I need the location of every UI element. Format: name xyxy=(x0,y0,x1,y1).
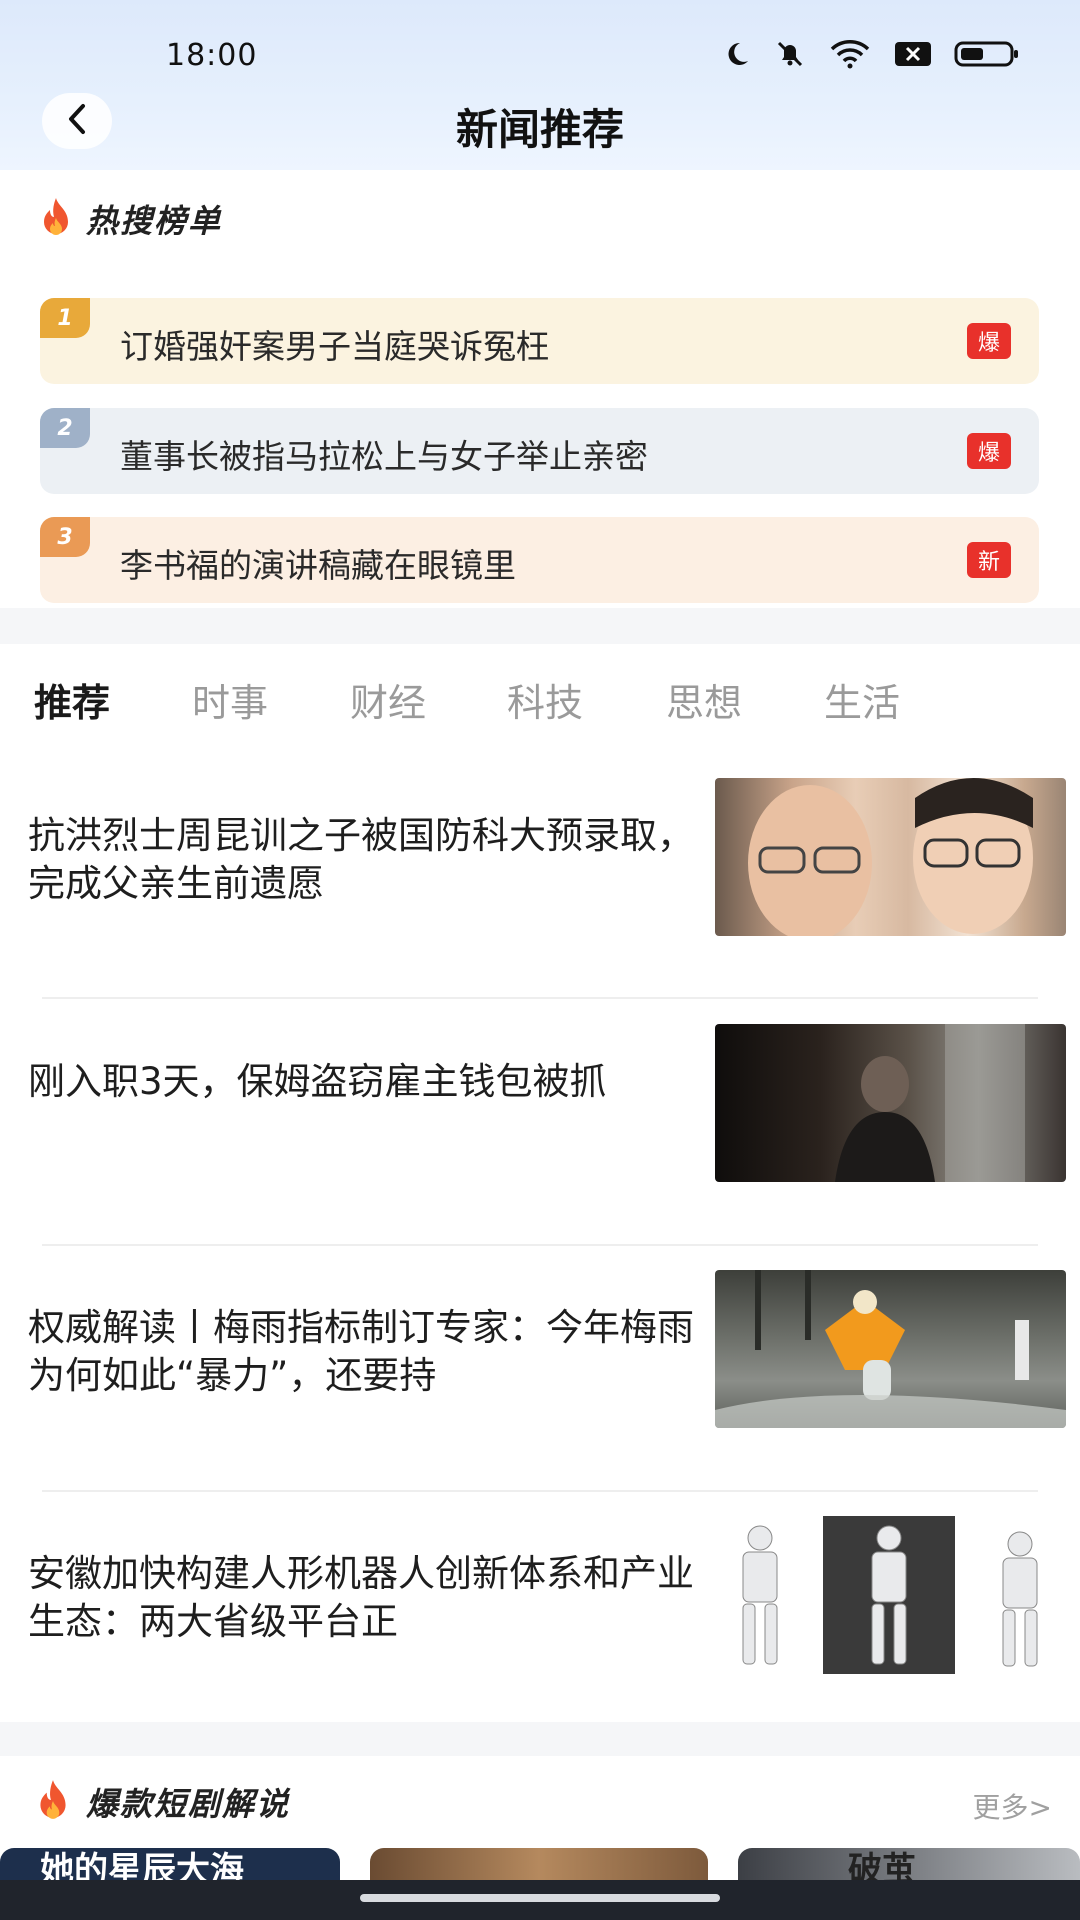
news-thumbnail xyxy=(715,1270,1066,1428)
tab-tech[interactable]: 科技 xyxy=(507,672,583,727)
news-title: 安徽加快构建人形机器人创新体系和产业生态：两大省级平台正 xyxy=(28,1552,694,1643)
battery-icon xyxy=(954,40,1020,68)
system-nav-bar xyxy=(0,1880,1080,1920)
sim-x-icon xyxy=(894,40,932,68)
mute-bell-icon xyxy=(774,38,806,70)
hot-list-header: 热搜榜单 xyxy=(36,196,222,242)
news-title: 抗洪烈士周昆训之子被国防科大预录取，完成父亲生前遗愿 xyxy=(28,814,694,905)
tab-finance[interactable]: 财经 xyxy=(350,672,426,727)
news-thumbnail xyxy=(715,778,1066,936)
news-item-2[interactable]: 刚入职3天，保姆盗窃雇主钱包被抓 xyxy=(0,1008,1080,1255)
tab-thought[interactable]: 思想 xyxy=(666,672,742,727)
hot-tag-badge: 爆 xyxy=(967,433,1011,469)
news-title: 刚入职3天，保姆盗窃雇主钱包被抓 xyxy=(28,1060,607,1103)
hot-list-title: 热搜榜单 xyxy=(86,202,223,240)
drama-card-title: 破茧 xyxy=(848,1850,916,1884)
wifi-icon xyxy=(828,39,872,69)
news-thumbnail xyxy=(715,1516,1066,1674)
hot-item-text: 订婚强奸案男子当庭哭诉冤枉 xyxy=(120,327,549,366)
hot-item-text: 董事长被指马拉松上与女子举止亲密 xyxy=(120,437,648,476)
category-tabs: 推荐 时事 财经 科技 思想 生活 xyxy=(0,672,1080,732)
more-link[interactable]: 更多> xyxy=(973,1786,1052,1826)
hot-item-3[interactable]: 3 李书福的演讲稿藏在眼镜里 新 xyxy=(40,517,1039,603)
news-divider xyxy=(42,1244,1038,1246)
hot-item-text: 李书福的演讲稿藏在眼镜里 xyxy=(120,546,516,585)
hot-tag-badge: 爆 xyxy=(967,323,1011,359)
rank-badge: 1 xyxy=(40,298,90,338)
section-divider xyxy=(0,1722,1080,1756)
hot-list-section: 热搜榜单 1 订婚强奸案男子当庭哭诉冤枉 爆 2 董事长被指马拉松上与女子举止亲… xyxy=(0,170,1080,608)
news-title: 权威解读丨梅雨指标制订专家：今年梅雨为何如此“暴力”，还要持 xyxy=(28,1306,694,1397)
tab-recommend[interactable]: 推荐 xyxy=(34,672,110,727)
hot-item-2[interactable]: 2 董事长被指马拉松上与女子举止亲密 爆 xyxy=(40,408,1039,494)
status-icons xyxy=(722,38,1020,70)
news-divider xyxy=(42,997,1038,999)
page-title: 新闻推荐 xyxy=(455,105,624,154)
header-bar: 18:00 新闻推荐 xyxy=(0,0,1080,170)
fire-icon xyxy=(30,1778,76,1826)
drama-card-title: 她的星辰大海 xyxy=(40,1850,244,1884)
section-divider xyxy=(0,608,1080,644)
drama-card-1[interactable]: 她的星辰大海 xyxy=(0,1848,340,1884)
hot-tag-badge: 新 xyxy=(967,542,1011,578)
drama-card-2[interactable] xyxy=(370,1848,708,1884)
drama-card-3[interactable]: 破茧 xyxy=(738,1848,1080,1884)
rank-badge: 3 xyxy=(40,517,90,557)
short-drama-title: 爆款短剧解说 xyxy=(86,1785,291,1823)
news-thumbnail xyxy=(715,1024,1066,1182)
short-drama-header: 爆款短剧解说 xyxy=(30,1778,290,1826)
news-item-4[interactable]: 安徽加快构建人形机器人创新体系和产业生态：两大省级平台正 xyxy=(0,1500,1080,1747)
home-indicator[interactable] xyxy=(360,1894,720,1902)
tab-current-affairs[interactable]: 时事 xyxy=(192,672,268,727)
status-time: 18:00 xyxy=(166,38,258,73)
news-item-3[interactable]: 权威解读丨梅雨指标制订专家：今年梅雨为何如此“暴力”，还要持 xyxy=(0,1254,1080,1501)
fire-icon xyxy=(36,196,76,242)
hot-item-1[interactable]: 1 订婚强奸案男子当庭哭诉冤枉 爆 xyxy=(40,298,1039,384)
tab-life[interactable]: 生活 xyxy=(824,672,900,727)
rank-badge: 2 xyxy=(40,408,90,448)
news-divider xyxy=(42,1490,1038,1492)
news-item-1[interactable]: 抗洪烈士周昆训之子被国防科大预录取，完成父亲生前遗愿 xyxy=(0,762,1080,1009)
moon-icon xyxy=(722,39,752,69)
